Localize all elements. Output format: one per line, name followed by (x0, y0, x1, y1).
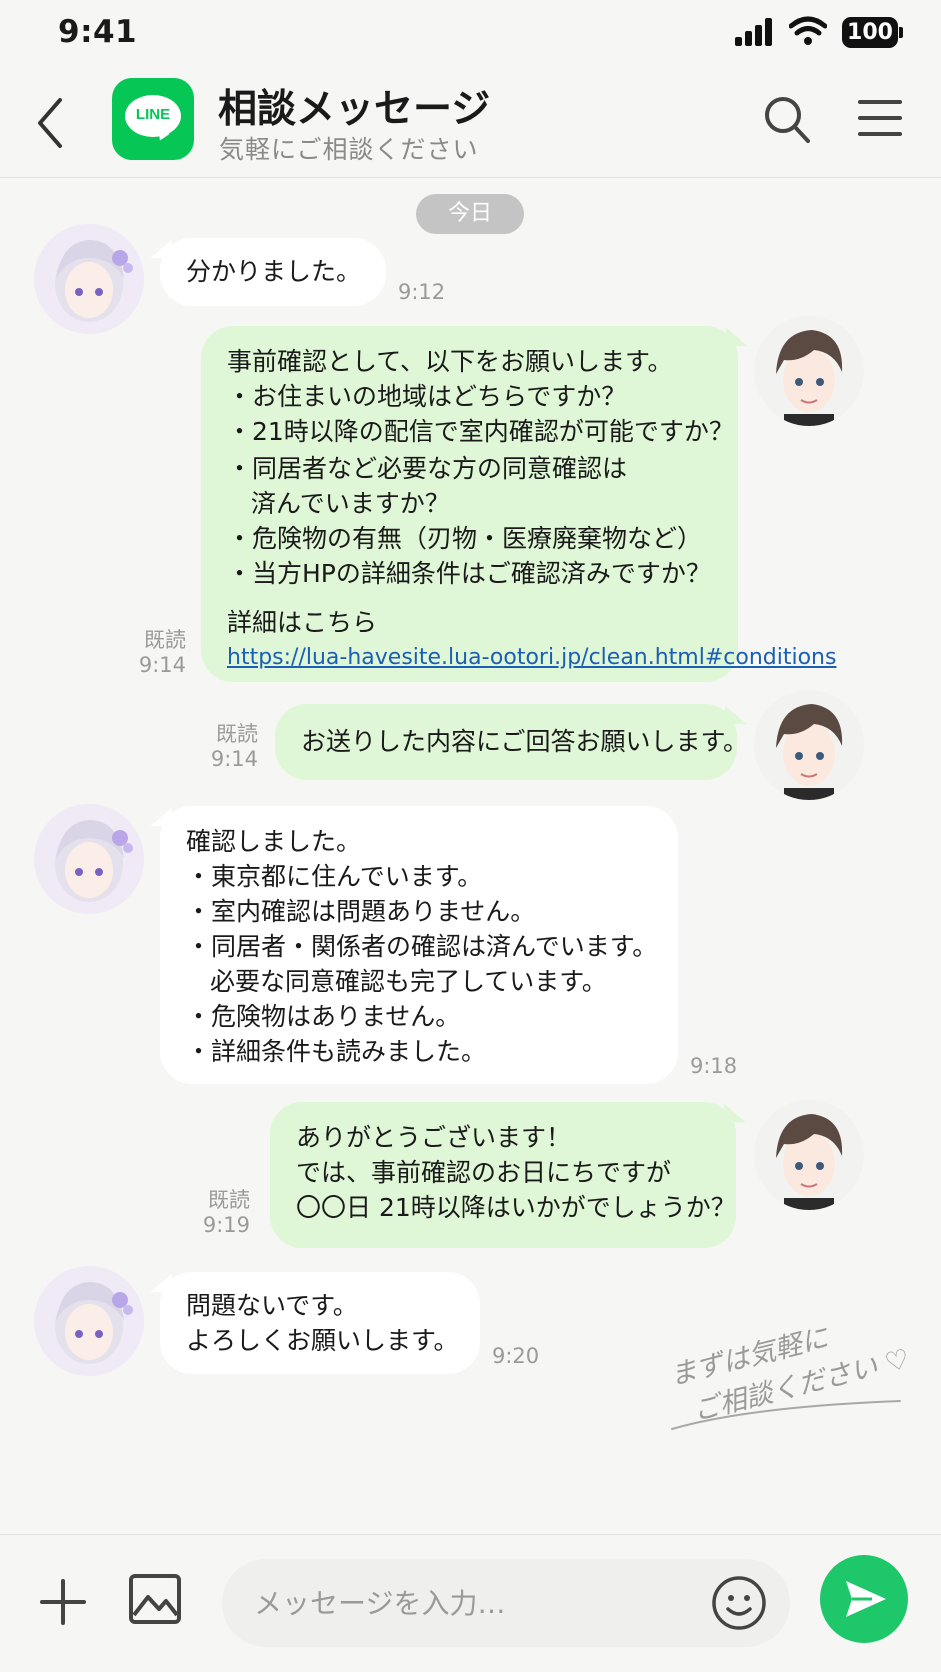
message-text: 確認しました。 (186, 827, 362, 856)
message-text: ・お住まいの地域はどちらですか？ (227, 382, 627, 411)
message-input[interactable] (222, 1559, 790, 1647)
message-text: 分かりました。 (186, 257, 362, 286)
message-time: 9:14 (138, 653, 186, 677)
status-bar: 9:41 100 (0, 0, 941, 66)
message-bubble-incoming[interactable]: 確認しました。 ・東京都に住んでいます。 ・室内確認は問題ありません。 ・同居者… (160, 806, 678, 1084)
message-meta: 9:20 (492, 1344, 539, 1369)
girl-avatar-image (34, 224, 144, 334)
status-time: 9:41 (58, 14, 138, 50)
message-text: 詳細はこちら (227, 608, 378, 637)
read-receipt: 既読 (208, 1188, 250, 1212)
back-icon[interactable] (30, 94, 70, 152)
user-avatar[interactable] (754, 316, 864, 426)
boy-avatar-image (754, 690, 864, 800)
message-text: 問題ないです。 (186, 1291, 358, 1320)
user-avatar[interactable] (754, 690, 864, 800)
chat-header: LINE 相談メッセージ 気軽にご相談ください (0, 66, 941, 178)
chat-subtitle: 気軽にご相談ください (219, 135, 479, 164)
message-meta: 9:18 (690, 1054, 737, 1079)
line-logo-text: LINE (135, 106, 171, 123)
message-meta: 既読 9:14 (200, 722, 258, 772)
message-text: ありがとうございます！ (296, 1123, 572, 1152)
date-separator: 今日 (416, 194, 524, 234)
read-receipt: 既読 (144, 628, 186, 652)
message-meta: 既読 9:19 (192, 1188, 250, 1238)
message-text: では、事前確認のお日にちですが (296, 1158, 672, 1187)
boy-avatar-image (754, 1100, 864, 1210)
send-button[interactable] (820, 1555, 908, 1643)
message-time: 9:12 (398, 280, 446, 304)
message-text: ・東京都に住んでいます。 (186, 862, 483, 891)
message-bubble-outgoing[interactable]: 事前確認として、以下をお願いします。 ・お住まいの地域はどちらですか？ ・21時… (201, 326, 836, 682)
message-meta: 9:12 (398, 280, 445, 305)
message-text: ・危険物の有無（刃物・医療廃棄物など） (227, 524, 703, 553)
message-text: よろしくお願いします。 (186, 1326, 459, 1355)
message-text: ・詳細条件も読みました。 (186, 1037, 487, 1066)
message-bubble-outgoing[interactable]: お送りした内容にご回答お願いします。 (275, 704, 749, 780)
message-text: 必要な同意確認も完了しています。 (210, 967, 607, 996)
contact-avatar[interactable] (34, 804, 144, 914)
boy-avatar-image (754, 316, 864, 426)
chat-area[interactable]: 今日 分かりました。 9:12 事前確認として、以下をお願いします。 ・お住まい… (0, 178, 941, 1534)
message-time: 9:20 (492, 1344, 540, 1368)
battery-nub (899, 27, 903, 38)
message-text: 事前確認として、以下をお願いします。 (227, 347, 673, 376)
contact-avatar[interactable] (34, 1266, 144, 1376)
menu-icon[interactable] (858, 98, 902, 138)
conditions-link[interactable]: https://lua-havesite.lua-ootori.jp/clean… (227, 640, 836, 675)
battery-indicator: 100 (842, 17, 898, 48)
search-icon[interactable] (762, 94, 812, 146)
message-time: 9:14 (210, 747, 258, 771)
message-time: 9:18 (690, 1054, 738, 1078)
message-text: 済んでいますか？ (251, 489, 450, 518)
handwritten-underline (671, 1400, 901, 1430)
message-text: ・同居者・関係者の確認は済んでいます。 (186, 932, 658, 961)
message-bubble-outgoing[interactable]: ありがとうございます！ では、事前確認のお日にちですが 〇〇日 21時以降はいか… (270, 1102, 736, 1248)
user-avatar[interactable] (754, 1100, 864, 1210)
message-time: 9:19 (202, 1213, 250, 1237)
signal-icon (735, 18, 772, 46)
read-receipt: 既読 (216, 722, 258, 746)
emoji-icon[interactable] (711, 1575, 767, 1631)
plus-icon[interactable] (40, 1579, 86, 1625)
girl-avatar-image (34, 1266, 144, 1376)
message-text: ・危険物はありません。 (186, 1002, 461, 1031)
message-bubble-incoming[interactable]: 問題ないです。 よろしくお願いします。 (160, 1272, 480, 1374)
message-input-bar (0, 1534, 941, 1672)
message-meta: 既読 9:14 (128, 628, 186, 678)
message-text: お送りした内容にご回答お願いします。 (301, 727, 749, 756)
contact-avatar[interactable] (34, 224, 144, 334)
message-text: ・室内確認は問題ありません。 (186, 897, 536, 926)
line-logo: LINE (112, 78, 194, 160)
girl-avatar-image (34, 804, 144, 914)
send-icon (846, 1581, 886, 1617)
message-bubble-incoming[interactable]: 分かりました。 (160, 238, 386, 306)
message-text: ・当方HPの詳細条件はご確認済みですか？ (227, 559, 711, 588)
wifi-icon (789, 16, 827, 45)
chat-title: 相談メッセージ (218, 87, 491, 132)
image-icon[interactable] (128, 1573, 182, 1625)
message-text: 〇〇日 21時以降はいかがでしょうか？ (296, 1193, 736, 1222)
message-text: ・21時以降の配信で室内確認が可能ですか？ (227, 417, 734, 446)
message-text: ・同居者など必要な方の同意確認は (227, 454, 628, 483)
